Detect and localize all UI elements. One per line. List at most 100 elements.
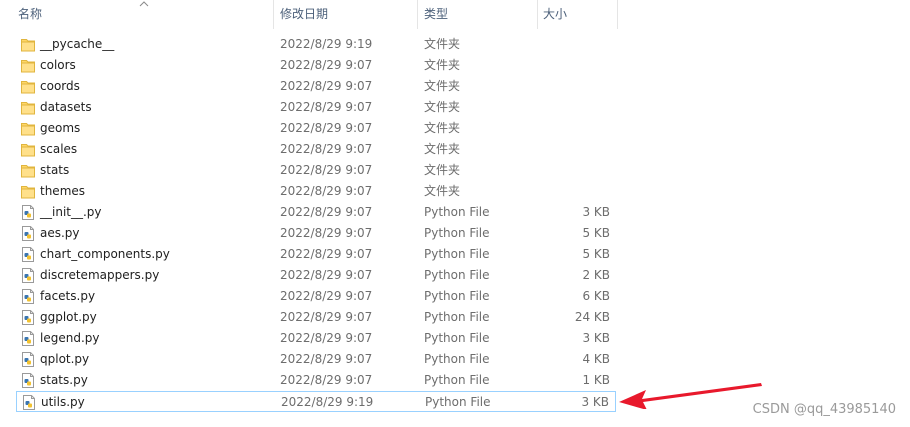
file-name: geoms xyxy=(40,121,81,135)
file-type: Python File xyxy=(424,247,490,261)
file-size: 3 KB xyxy=(582,331,610,345)
file-date: 2022/8/29 9:07 xyxy=(280,100,373,114)
file-date: 2022/8/29 9:07 xyxy=(280,58,373,72)
column-divider[interactable] xyxy=(273,0,274,29)
file-date: 2022/8/29 9:07 xyxy=(280,205,373,219)
file-row[interactable]: stats.py 2022/8/29 9:07 Python File 1 KB xyxy=(16,370,616,391)
folder-icon xyxy=(20,78,36,95)
file-name: utils.py xyxy=(41,395,85,409)
python-file-icon xyxy=(20,204,36,221)
file-row[interactable]: legend.py 2022/8/29 9:07 Python File 3 KB xyxy=(16,328,616,349)
column-divider[interactable] xyxy=(417,0,418,29)
python-file-icon xyxy=(20,372,36,389)
file-type: 文件夹 xyxy=(424,184,461,198)
file-name: facets.py xyxy=(40,289,96,303)
file-type: 文件夹 xyxy=(424,37,461,51)
file-size: 3 KB xyxy=(582,205,610,219)
file-date: 2022/8/29 9:07 xyxy=(280,373,373,387)
file-size: 2 KB xyxy=(582,268,610,282)
file-name: ggplot.py xyxy=(40,310,97,324)
file-size: 1 KB xyxy=(582,373,610,387)
file-row[interactable]: discretemappers.py 2022/8/29 9:07 Python F… xyxy=(16,265,616,286)
file-date: 2022/8/29 9:07 xyxy=(280,226,373,240)
file-name: stats.py xyxy=(40,373,88,387)
file-row[interactable]: datasets 2022/8/29 9:07 文件夹 xyxy=(16,97,616,118)
folder-icon xyxy=(20,141,36,158)
file-row[interactable]: aes.py 2022/8/29 9:07 Python File 5 KB xyxy=(16,223,616,244)
file-name: aes.py xyxy=(40,226,80,240)
python-file-icon xyxy=(20,309,36,326)
file-size: 5 KB xyxy=(582,226,610,240)
sort-ascending-icon xyxy=(139,1,149,7)
file-row[interactable]: geoms 2022/8/29 9:07 文件夹 xyxy=(16,118,616,139)
file-row[interactable]: chart_components.py 2022/8/29 9:07 Python … xyxy=(16,244,616,265)
red-arrow-annotation xyxy=(619,383,762,409)
file-type: 文件夹 xyxy=(424,79,461,93)
file-type: Python File xyxy=(424,331,490,345)
file-row[interactable]: colors 2022/8/29 9:07 文件夹 xyxy=(16,55,616,76)
file-type: 文件夹 xyxy=(424,121,461,135)
file-size: 5 KB xyxy=(582,247,610,261)
column-divider[interactable] xyxy=(537,0,538,29)
file-row[interactable]: ggplot.py 2022/8/29 9:07 Python File 24 KB xyxy=(16,307,616,328)
file-date: 2022/8/29 9:07 xyxy=(280,79,373,93)
file-name: qplot.py xyxy=(40,352,90,366)
file-row[interactable]: qplot.py 2022/8/29 9:07 Python File 4 KB xyxy=(16,349,616,370)
folder-icon xyxy=(20,57,36,74)
file-date: 2022/8/29 9:07 xyxy=(280,268,373,282)
file-name: colors xyxy=(40,58,76,72)
folder-icon xyxy=(20,120,36,137)
file-size: 6 KB xyxy=(582,289,610,303)
file-date: 2022/8/29 9:07 xyxy=(280,121,373,135)
file-name: chart_components.py xyxy=(40,247,170,261)
python-file-icon xyxy=(20,246,36,263)
file-type: 文件夹 xyxy=(424,142,461,156)
file-date: 2022/8/29 9:07 xyxy=(280,142,373,156)
file-date: 2022/8/29 9:07 xyxy=(280,289,373,303)
folder-icon xyxy=(20,36,36,53)
python-file-icon xyxy=(20,351,36,368)
file-row[interactable]: stats 2022/8/29 9:07 文件夹 xyxy=(16,160,616,181)
python-file-icon xyxy=(20,330,36,347)
file-type: Python File xyxy=(424,289,490,303)
file-row[interactable]: utils.py 2022/8/29 9:19 Python File 3 KB xyxy=(16,391,616,412)
file-type: 文件夹 xyxy=(424,100,461,114)
file-type: 文件夹 xyxy=(424,163,461,177)
file-size: 4 KB xyxy=(582,352,610,366)
folder-icon xyxy=(20,99,36,116)
file-type: Python File xyxy=(425,395,491,409)
file-date: 2022/8/29 9:07 xyxy=(280,310,373,324)
file-date: 2022/8/29 9:19 xyxy=(281,395,374,409)
file-row[interactable]: themes 2022/8/29 9:07 文件夹 xyxy=(16,181,616,202)
file-row[interactable]: __init__.py 2022/8/29 9:07 Python File 3 KB xyxy=(16,202,616,223)
folder-icon xyxy=(20,183,36,200)
file-date: 2022/8/29 9:07 xyxy=(280,331,373,345)
column-header-type[interactable]: 类型 xyxy=(424,0,448,29)
file-row[interactable]: __pycache__ 2022/8/29 9:19 文件夹 xyxy=(16,34,616,55)
column-divider[interactable] xyxy=(617,0,618,29)
file-name: __pycache__ xyxy=(40,37,115,51)
column-header-name[interactable]: 名称 xyxy=(18,0,42,29)
file-date: 2022/8/29 9:07 xyxy=(280,184,373,198)
file-row[interactable]: scales 2022/8/29 9:07 文件夹 xyxy=(16,139,616,160)
file-name: scales xyxy=(40,142,78,156)
file-name: datasets xyxy=(40,100,92,114)
file-size: 24 KB xyxy=(574,310,610,324)
file-size: 3 KB xyxy=(581,395,609,409)
file-row[interactable]: facets.py 2022/8/29 9:07 Python File 6 KB xyxy=(16,286,616,307)
python-file-icon xyxy=(20,288,36,305)
file-type: Python File xyxy=(424,268,490,282)
file-row[interactable]: coords 2022/8/29 9:07 文件夹 xyxy=(16,76,616,97)
column-header-date[interactable]: 修改日期 xyxy=(280,0,328,29)
file-type: Python File xyxy=(424,373,490,387)
python-file-icon xyxy=(20,267,36,284)
column-header-bar: 名称 修改日期 类型 大小 xyxy=(0,0,910,29)
python-file-icon xyxy=(21,394,37,411)
file-date: 2022/8/29 9:19 xyxy=(280,37,373,51)
file-type: 文件夹 xyxy=(424,58,461,72)
folder-icon xyxy=(20,162,36,179)
file-name: themes xyxy=(40,184,86,198)
file-name: coords xyxy=(40,79,80,93)
file-date: 2022/8/29 9:07 xyxy=(280,352,373,366)
column-header-size[interactable]: 大小 xyxy=(543,0,567,29)
